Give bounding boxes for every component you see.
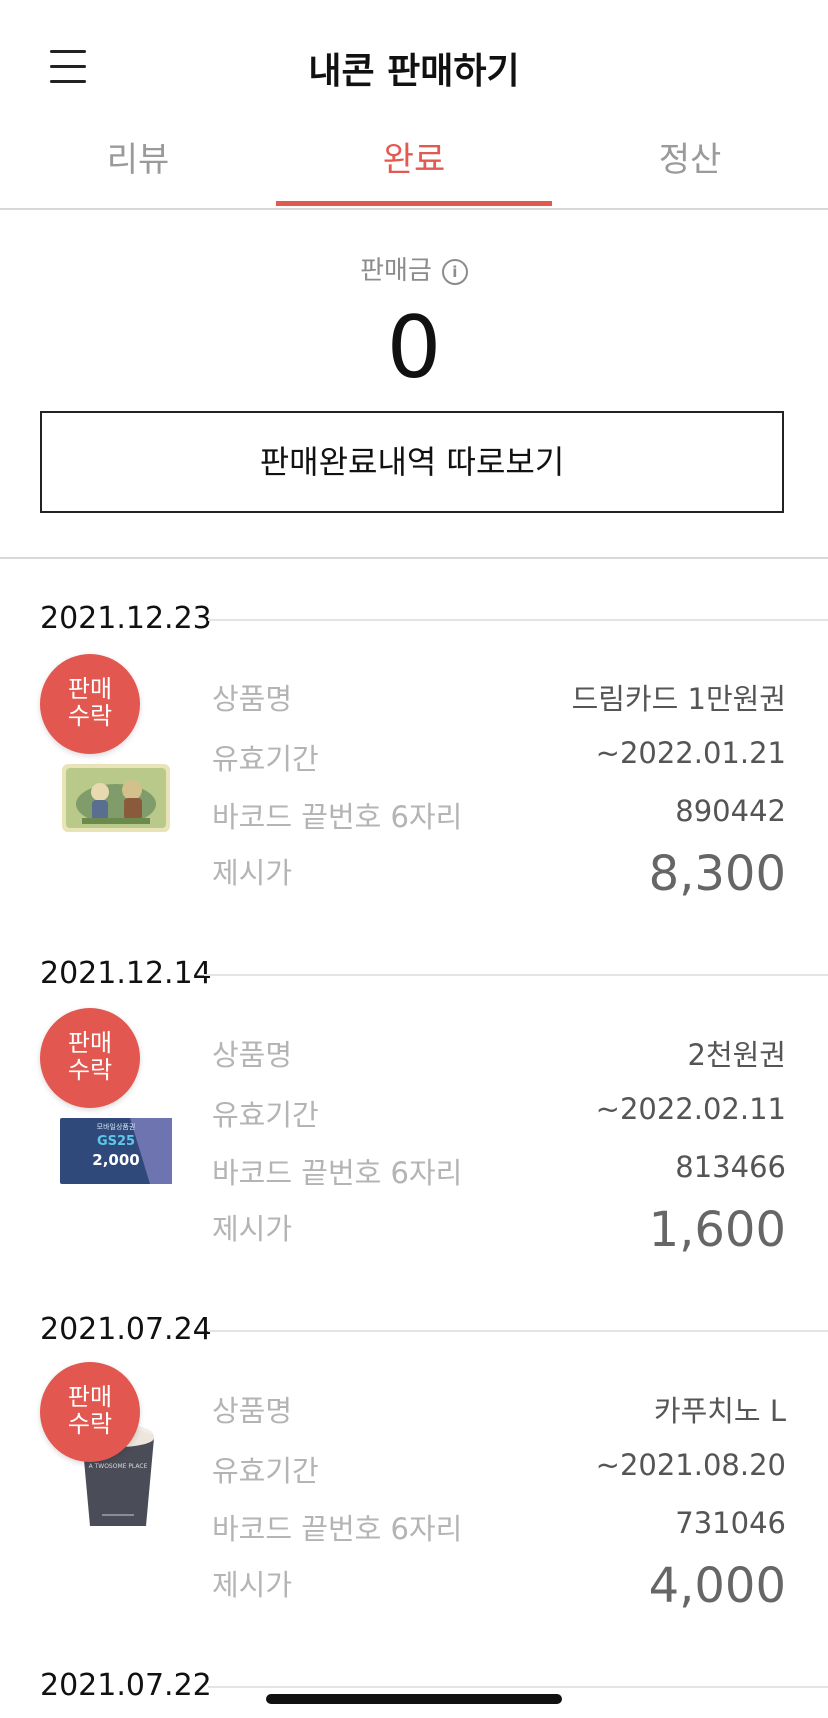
svg-text:모바일상품권: 모바일상품권 bbox=[97, 1122, 136, 1131]
section-divider bbox=[0, 557, 828, 559]
row-value: ~2022.01.21 bbox=[595, 736, 786, 770]
item-date: 2021.07.22 bbox=[40, 1668, 212, 1703]
row-value: 813466 bbox=[675, 1150, 786, 1184]
price-value: 8,300 bbox=[648, 846, 786, 902]
row-label: 상품명 bbox=[212, 682, 293, 716]
row-label: 유효기간 bbox=[212, 742, 319, 776]
row-label: 상품명 bbox=[212, 1038, 293, 1072]
tab-settlement[interactable]: 정산 bbox=[552, 130, 828, 208]
row-label: 바코드 끝번호 6자리 bbox=[212, 800, 463, 834]
badge-line-1: 판매 bbox=[67, 1029, 113, 1057]
sales-amount-value: 0 bbox=[386, 298, 442, 398]
page-title: 내콘 판매하기 bbox=[308, 51, 520, 92]
item-date: 2021.12.14 bbox=[40, 956, 212, 991]
row-value: 890442 bbox=[675, 794, 786, 828]
svg-text:A TWOSOME PLACE: A TWOSOME PLACE bbox=[89, 1463, 148, 1470]
date-divider bbox=[204, 974, 828, 976]
row-label: 바코드 끝번호 6자리 bbox=[212, 1156, 463, 1190]
info-icon[interactable]: i bbox=[441, 259, 468, 285]
row-label: 제시가 bbox=[212, 1212, 293, 1246]
row-label: 유효기간 bbox=[212, 1098, 319, 1132]
list-item[interactable]: 판매 수락 상품명 드림카드 1만원권 유효기간 ~2022.01.21 바코드… bbox=[0, 650, 828, 910]
svg-text:GS25: GS25 bbox=[97, 1134, 135, 1149]
status-badge: 판매 수락 bbox=[40, 1008, 140, 1108]
status-badge: 판매 수락 bbox=[40, 654, 140, 754]
list-item[interactable]: A TWOSOME PLACE 판매 수락 상품명 카푸치노 L 유효기간 ~2… bbox=[0, 1362, 828, 1622]
row-value: 731046 bbox=[675, 1506, 786, 1540]
list-item[interactable]: 모바일상품권 GS25 2,000 판매 수락 상품명 2천원권 유효기간 ~2… bbox=[0, 1006, 828, 1266]
home-indicator[interactable] bbox=[266, 1694, 562, 1704]
date-divider bbox=[208, 1686, 828, 1688]
tab-bar: 리뷰 완료 정산 bbox=[0, 130, 828, 210]
date-divider bbox=[208, 1330, 828, 1332]
active-tab-indicator bbox=[276, 201, 552, 206]
row-label: 제시가 bbox=[212, 856, 293, 890]
sales-amount-label: 판매금 bbox=[360, 256, 432, 286]
sales-amount-label-row: 판매금 i bbox=[0, 250, 828, 287]
badge-line-2: 수락 bbox=[67, 1056, 113, 1084]
row-value: ~2022.02.11 bbox=[595, 1092, 786, 1126]
price-value: 1,600 bbox=[648, 1202, 786, 1258]
svg-text:2,000: 2,000 bbox=[92, 1151, 139, 1169]
row-value: 2천원권 bbox=[687, 1038, 787, 1072]
view-completed-sales-button[interactable]: 판매완료내역 따로보기 bbox=[40, 411, 784, 513]
date-divider bbox=[208, 619, 828, 621]
badge-line-1: 판매 bbox=[67, 1383, 113, 1411]
gs25-voucher-image: 모바일상품권 GS25 2,000 bbox=[60, 1118, 172, 1184]
row-label: 유효기간 bbox=[212, 1454, 319, 1488]
app-header: 내콘 판매하기 bbox=[0, 0, 828, 130]
row-value: 카푸치노 L bbox=[653, 1394, 786, 1428]
badge-line-2: 수락 bbox=[67, 1410, 113, 1438]
badge-line-2: 수락 bbox=[67, 702, 113, 730]
tab-review[interactable]: 리뷰 bbox=[0, 130, 276, 208]
price-value: 4,000 bbox=[648, 1558, 786, 1614]
badge-line-1: 판매 bbox=[67, 675, 113, 703]
tab-completed[interactable]: 완료 bbox=[276, 130, 552, 208]
row-value: 드림카드 1만원권 bbox=[571, 682, 786, 716]
dream-card-image bbox=[62, 764, 170, 832]
row-label: 바코드 끝번호 6자리 bbox=[212, 1512, 463, 1546]
row-label: 제시가 bbox=[212, 1568, 293, 1602]
item-date: 2021.07.24 bbox=[40, 1312, 212, 1347]
status-badge: 판매 수락 bbox=[40, 1362, 140, 1462]
row-label: 상품명 bbox=[212, 1394, 293, 1428]
item-date: 2021.12.23 bbox=[40, 601, 212, 636]
row-value: ~2021.08.20 bbox=[595, 1448, 786, 1482]
